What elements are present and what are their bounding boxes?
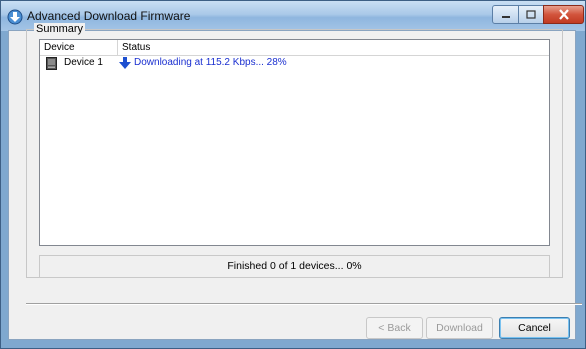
- column-header-device[interactable]: Device: [40, 40, 118, 55]
- maximize-icon: [526, 10, 536, 19]
- close-icon: [558, 9, 569, 20]
- device-icon: [46, 57, 57, 70]
- column-header-status[interactable]: Status: [118, 40, 549, 55]
- back-button[interactable]: < Back: [366, 317, 423, 339]
- window-title: Advanced Download Firmware: [27, 9, 191, 23]
- cancel-button[interactable]: Cancel: [499, 317, 570, 339]
- overall-progress-panel: Finished 0 of 1 devices... 0%: [39, 255, 550, 278]
- download-button[interactable]: Download: [426, 317, 493, 339]
- list-row[interactable]: Device 1 Downloading at 115.2 Kbps... 28…: [40, 56, 549, 70]
- download-firmware-icon: [7, 9, 23, 25]
- download-arrow-icon: [119, 57, 131, 69]
- device-status: Downloading at 115.2 Kbps... 28%: [134, 57, 287, 68]
- maximize-button[interactable]: [518, 5, 544, 24]
- minimize-button[interactable]: [492, 5, 519, 24]
- button-separator: [26, 303, 582, 305]
- minimize-icon: [501, 15, 510, 18]
- close-button[interactable]: [543, 5, 584, 24]
- list-header: Device Status: [40, 40, 549, 56]
- title-bar[interactable]: Advanced Download Firmware: [1, 1, 585, 31]
- device-list[interactable]: Device Status Device 1 Downloading at 11…: [39, 39, 550, 246]
- summary-group-label: Summary: [34, 23, 86, 35]
- device-name: Device 1: [64, 57, 103, 68]
- overall-progress-text: Finished 0 of 1 devices... 0%: [227, 260, 362, 272]
